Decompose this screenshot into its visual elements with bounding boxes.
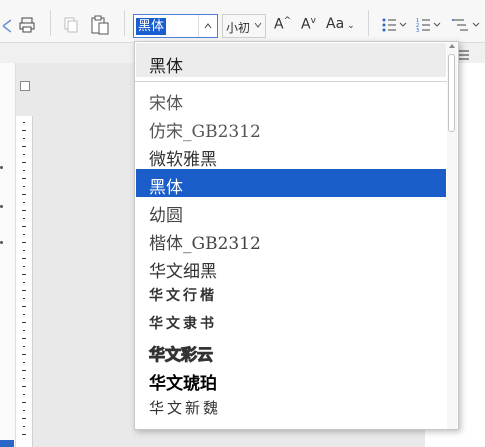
- chevron-up-icon[interactable]: [198, 15, 217, 37]
- ruler-tick: [22, 354, 26, 355]
- ruler-tick: [23, 122, 25, 123]
- numbered-list-icon[interactable]: 123: [416, 16, 442, 34]
- ruler-tick: [22, 258, 26, 259]
- ruler-tick: [22, 402, 26, 403]
- ruler-tick: [22, 370, 26, 371]
- font-item-stxingkai[interactable]: 华文行楷: [136, 281, 446, 309]
- ruler-tick: [22, 322, 26, 323]
- scroll-up-icon[interactable]: [449, 44, 455, 48]
- ruler-tick: [22, 306, 26, 307]
- font-item-heiti-selected[interactable]: 黑体: [136, 169, 446, 198]
- left-panel-strip: [0, 63, 16, 447]
- undo-icon[interactable]: [0, 14, 12, 38]
- ruler-tick: [23, 250, 25, 251]
- paste-icon[interactable]: [89, 14, 111, 36]
- ruler-tick: [23, 186, 25, 187]
- ruler-tick: [23, 218, 25, 219]
- font-size-combo[interactable]: 小初: [222, 14, 266, 38]
- font-dropdown-list[interactable]: 黑体 宋体 仿宋_GB2312 微软雅黑 黑体 幼圆 楷体_GB2312 华文细…: [134, 41, 459, 430]
- font-item-fangsong[interactable]: 仿宋_GB2312: [136, 113, 446, 142]
- ruler-tick: [22, 194, 26, 195]
- ruler-tick: [22, 242, 26, 243]
- svg-text:3: 3: [416, 28, 419, 33]
- ruler-tick: [23, 426, 25, 427]
- ruler-tick: [23, 394, 25, 395]
- scrollbar-thumb[interactable]: [448, 54, 455, 132]
- font-item-stxihei[interactable]: 华文细黑: [136, 253, 446, 282]
- vertical-ruler: [16, 116, 33, 447]
- ruler-tick: [23, 266, 25, 267]
- copy-icon[interactable]: [60, 14, 82, 36]
- change-case-button[interactable]: Aa ⌄: [326, 16, 355, 32]
- ruler-tick: [22, 146, 26, 147]
- ruler-tick: [22, 178, 26, 179]
- current-font-item[interactable]: 黑体: [136, 43, 446, 77]
- ruler-tick: [23, 314, 25, 315]
- ruler-tick: [23, 362, 25, 363]
- font-item-yahei[interactable]: 微软雅黑: [136, 141, 446, 170]
- ruler-tick: [22, 226, 26, 227]
- font-name-input[interactable]: 黑体: [136, 18, 167, 35]
- font-name-combo[interactable]: 黑体: [133, 14, 218, 38]
- font-item-songti[interactable]: 宋体: [136, 85, 446, 114]
- ruler-tick: [22, 274, 26, 275]
- ruler-tick: [22, 418, 26, 419]
- ruler-tick: [22, 162, 26, 163]
- dropdown-divider: [135, 81, 447, 82]
- chevron-down-icon[interactable]: [254, 22, 262, 28]
- ruler-tick: [22, 386, 26, 387]
- ribbon-toolbar: 黑体 小初 A^ Av Aa ⌄ 123: [0, 0, 485, 62]
- status-indicator: [0, 440, 14, 447]
- ruler-tick: [23, 170, 25, 171]
- ruler-tick: [22, 290, 26, 291]
- ruler-tick: [22, 338, 26, 339]
- tab-stop-selector[interactable]: [20, 81, 30, 91]
- increase-font-button[interactable]: A^: [274, 16, 291, 33]
- font-item-stlishu[interactable]: 华文隶书: [136, 309, 446, 337]
- ruler-tick: [22, 130, 26, 131]
- print-icon[interactable]: [16, 14, 38, 36]
- font-item-youyuan[interactable]: 幼圆: [136, 197, 446, 226]
- font-item-stcaiyun[interactable]: 华文彩云: [136, 337, 446, 365]
- ruler-tick: [23, 138, 25, 139]
- ruler-tick: [23, 378, 25, 379]
- font-item-sthupo[interactable]: 华文琥珀: [136, 365, 446, 394]
- dropdown-scrollbar[interactable]: [447, 42, 457, 429]
- bullet-list-icon[interactable]: [381, 16, 407, 34]
- font-item-kaiti[interactable]: 楷体_GB2312: [136, 225, 446, 254]
- ruler-tick: [23, 410, 25, 411]
- decrease-font-button[interactable]: Av: [301, 16, 316, 33]
- ruler-tick: [23, 298, 25, 299]
- ruler-tick: [22, 210, 26, 211]
- ruler-tick: [23, 154, 25, 155]
- ruler-tick: [23, 330, 25, 331]
- ruler-tick: [23, 346, 25, 347]
- ruler-tick: [23, 234, 25, 235]
- multilevel-list-icon[interactable]: [452, 16, 482, 34]
- font-item-stxinwei[interactable]: 华文新魏: [136, 393, 446, 421]
- ruler-tick: [22, 434, 26, 435]
- ruler-tick: [23, 202, 25, 203]
- ruler-tick: [23, 282, 25, 283]
- font-size-value: 小初: [226, 21, 251, 35]
